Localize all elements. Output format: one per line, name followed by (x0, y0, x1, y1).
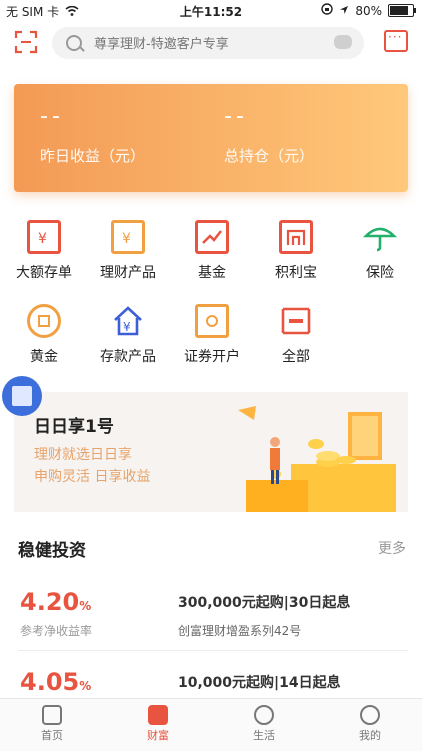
category-label: 保险 (366, 265, 394, 281)
category-label: 黄金 (30, 349, 58, 365)
tab-home[interactable]: 首页 (12, 705, 92, 743)
coins-illustration (238, 406, 396, 512)
category-label: 存款产品 (100, 349, 156, 365)
securities-icon (195, 304, 229, 338)
category-label: 证券开户 (184, 349, 240, 365)
banner-line-2: 申购灵活 日享收益 (34, 469, 151, 485)
banner-title: 日日享1号 (34, 417, 114, 437)
banner-line-1: 理财就选日日享 (34, 447, 132, 463)
category-gold[interactable]: 黄金 (2, 304, 86, 366)
tab-label: 财富 (147, 729, 169, 742)
category-large-deposit[interactable]: ¥ 大额存单 (2, 220, 86, 282)
battery-icon (388, 4, 416, 17)
yesterday-earnings-value: -- (40, 104, 64, 129)
category-label: 积利宝 (275, 265, 317, 281)
divider (18, 650, 408, 651)
total-holdings: -- 总持仓（元） (224, 104, 314, 166)
earnings-card[interactable]: -- 昨日收益（元） -- 总持仓（元） (14, 84, 408, 192)
category-label: 基金 (198, 265, 226, 281)
status-bar: 无 SIM 卡 上午11:52 80% (0, 0, 422, 22)
tab-profile[interactable]: 我的 (330, 705, 410, 743)
home-icon (42, 705, 62, 725)
message-icon[interactable] (384, 30, 408, 52)
svg-text:¥: ¥ (123, 320, 131, 334)
all-icon (279, 304, 313, 338)
floating-assistant-button[interactable] (2, 376, 42, 416)
coin-icon (27, 304, 61, 338)
category-fund[interactable]: 基金 (170, 220, 254, 282)
house-yuan-icon: ¥ (111, 304, 145, 338)
more-link[interactable]: 更多 (378, 538, 406, 558)
bottom-tab-bar: 首页 财富 生活 我的 (0, 698, 422, 751)
tab-wealth[interactable]: 财富 (118, 705, 198, 743)
wealth-box-icon: ¥ (111, 220, 145, 254)
category-label: 理财产品 (100, 265, 156, 281)
product-rate: 4.05% (20, 668, 92, 696)
category-deposit-products[interactable]: ¥ 存款产品 (86, 304, 170, 366)
umbrella-icon (362, 220, 398, 254)
location-icon (339, 4, 349, 18)
scan-icon[interactable] (14, 30, 38, 54)
product-rate-label: 参考净收益率 (20, 624, 93, 638)
assistant-icon[interactable] (334, 35, 352, 49)
promo-banner[interactable]: 日日享1号 理财就选日日享 申购灵活 日享收益 (14, 392, 408, 512)
svg-text:¥: ¥ (122, 231, 131, 247)
category-label: 全部 (282, 349, 310, 365)
category-wealth-products[interactable]: ¥ 理财产品 (86, 220, 170, 282)
yesterday-earnings-label: 昨日收益（元） (40, 147, 146, 165)
section-title: 稳健投资 (18, 541, 86, 561)
total-holdings-label: 总持仓（元） (224, 147, 315, 165)
svg-text:¥: ¥ (38, 231, 47, 247)
product-name: 创富理财增盈系列42号 (178, 624, 302, 638)
diamond-icon (148, 705, 168, 725)
certificate-icon: ¥ (27, 220, 61, 254)
tab-life[interactable]: 生活 (224, 705, 304, 743)
category-insurance[interactable]: 保险 (338, 220, 422, 282)
category-label: 大额存单 (16, 265, 72, 281)
yesterday-earnings: -- 昨日收益（元） (40, 104, 145, 166)
category-securities[interactable]: 证券开户 (170, 304, 254, 366)
search-input[interactable] (92, 33, 326, 55)
chart-up-icon (195, 220, 229, 254)
top-bar (0, 26, 422, 62)
product-condition: 10,000元起购|14日起息 (178, 675, 341, 691)
search-bar[interactable] (52, 27, 364, 59)
battery-percent: 80% (355, 3, 382, 18)
product-condition: 300,000元起购|30日起息 (178, 595, 351, 611)
product-item[interactable]: 4.20% 参考净收益率 300,000元起购|30日起息 创富理财增盈系列42… (0, 576, 422, 652)
search-icon (66, 35, 82, 51)
rotation-lock-icon (321, 3, 334, 18)
tab-label: 生活 (253, 729, 275, 742)
category-jilibao[interactable]: 积利宝 (254, 220, 338, 282)
tab-label: 我的 (359, 729, 381, 742)
total-holdings-value: -- (224, 104, 248, 129)
tab-label: 首页 (41, 729, 63, 742)
profile-icon (360, 705, 380, 725)
lightbulb-icon (254, 705, 274, 725)
treasure-icon (279, 220, 313, 254)
product-rate: 4.20% (20, 588, 92, 616)
assistant-badge-icon (12, 386, 32, 406)
category-all[interactable]: 全部 (254, 304, 338, 366)
